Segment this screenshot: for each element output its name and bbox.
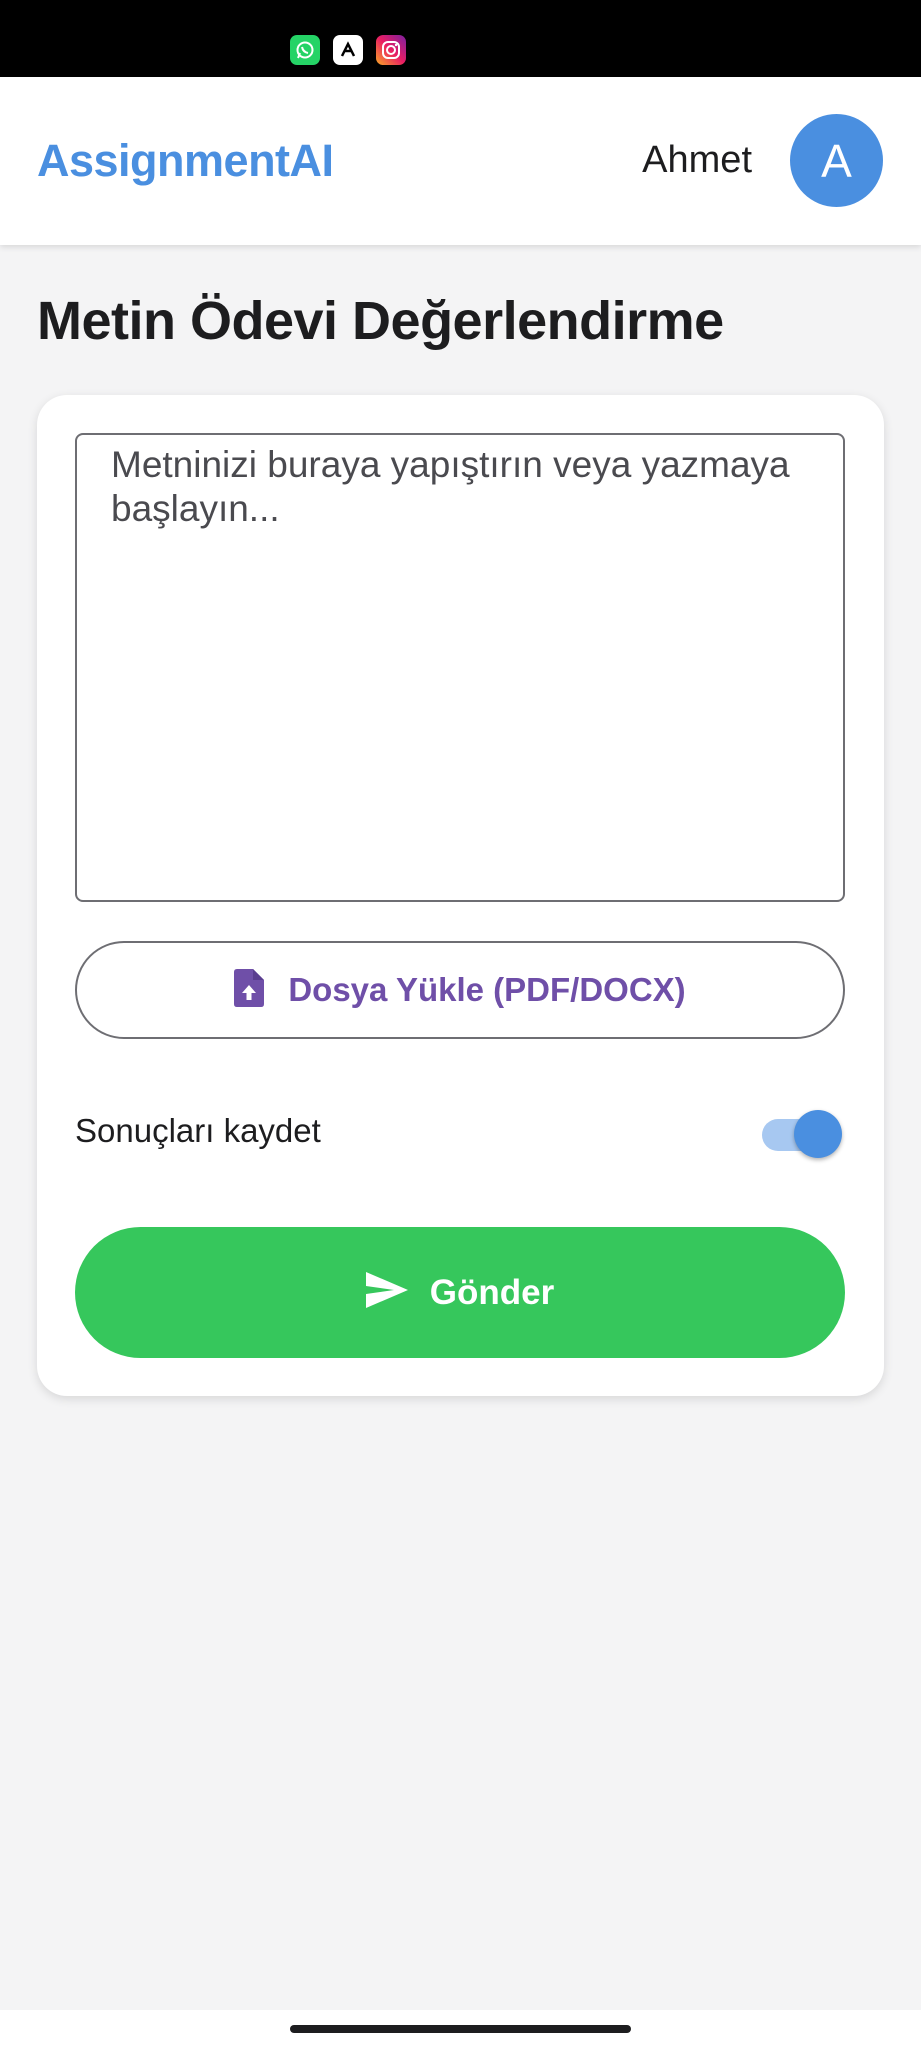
- home-indicator[interactable]: [290, 2025, 631, 2033]
- save-results-toggle[interactable]: [762, 1110, 842, 1158]
- assignment-text-input[interactable]: [75, 433, 845, 902]
- upload-file-button[interactable]: Dosya Yükle (PDF/DOCX): [75, 941, 845, 1039]
- submit-label: Gönder: [429, 1272, 555, 1312]
- submit-button[interactable]: Gönder: [75, 1227, 845, 1358]
- page-title: Metin Ödevi Değerlendirme: [37, 291, 724, 351]
- app-icon: [333, 35, 363, 65]
- assignment-form-card: Dosya Yükle (PDF/DOCX) Sonuçları kaydet …: [37, 395, 884, 1396]
- send-icon: [365, 1272, 408, 1313]
- status-bar: [0, 0, 921, 77]
- brand-logo[interactable]: AssignmentAI: [37, 135, 334, 187]
- toggle-thumb: [794, 1110, 842, 1158]
- upload-file-label: Dosya Yükle (PDF/DOCX): [288, 971, 686, 1008]
- user-name: Ahmet: [642, 139, 752, 181]
- instagram-icon: [376, 35, 406, 65]
- save-results-label: Sonuçları kaydet: [75, 1112, 321, 1149]
- app-header: AssignmentAI Ahmet A: [0, 77, 921, 245]
- file-upload-icon: [234, 968, 265, 1012]
- avatar[interactable]: A: [790, 114, 883, 207]
- whatsapp-icon: [290, 35, 320, 65]
